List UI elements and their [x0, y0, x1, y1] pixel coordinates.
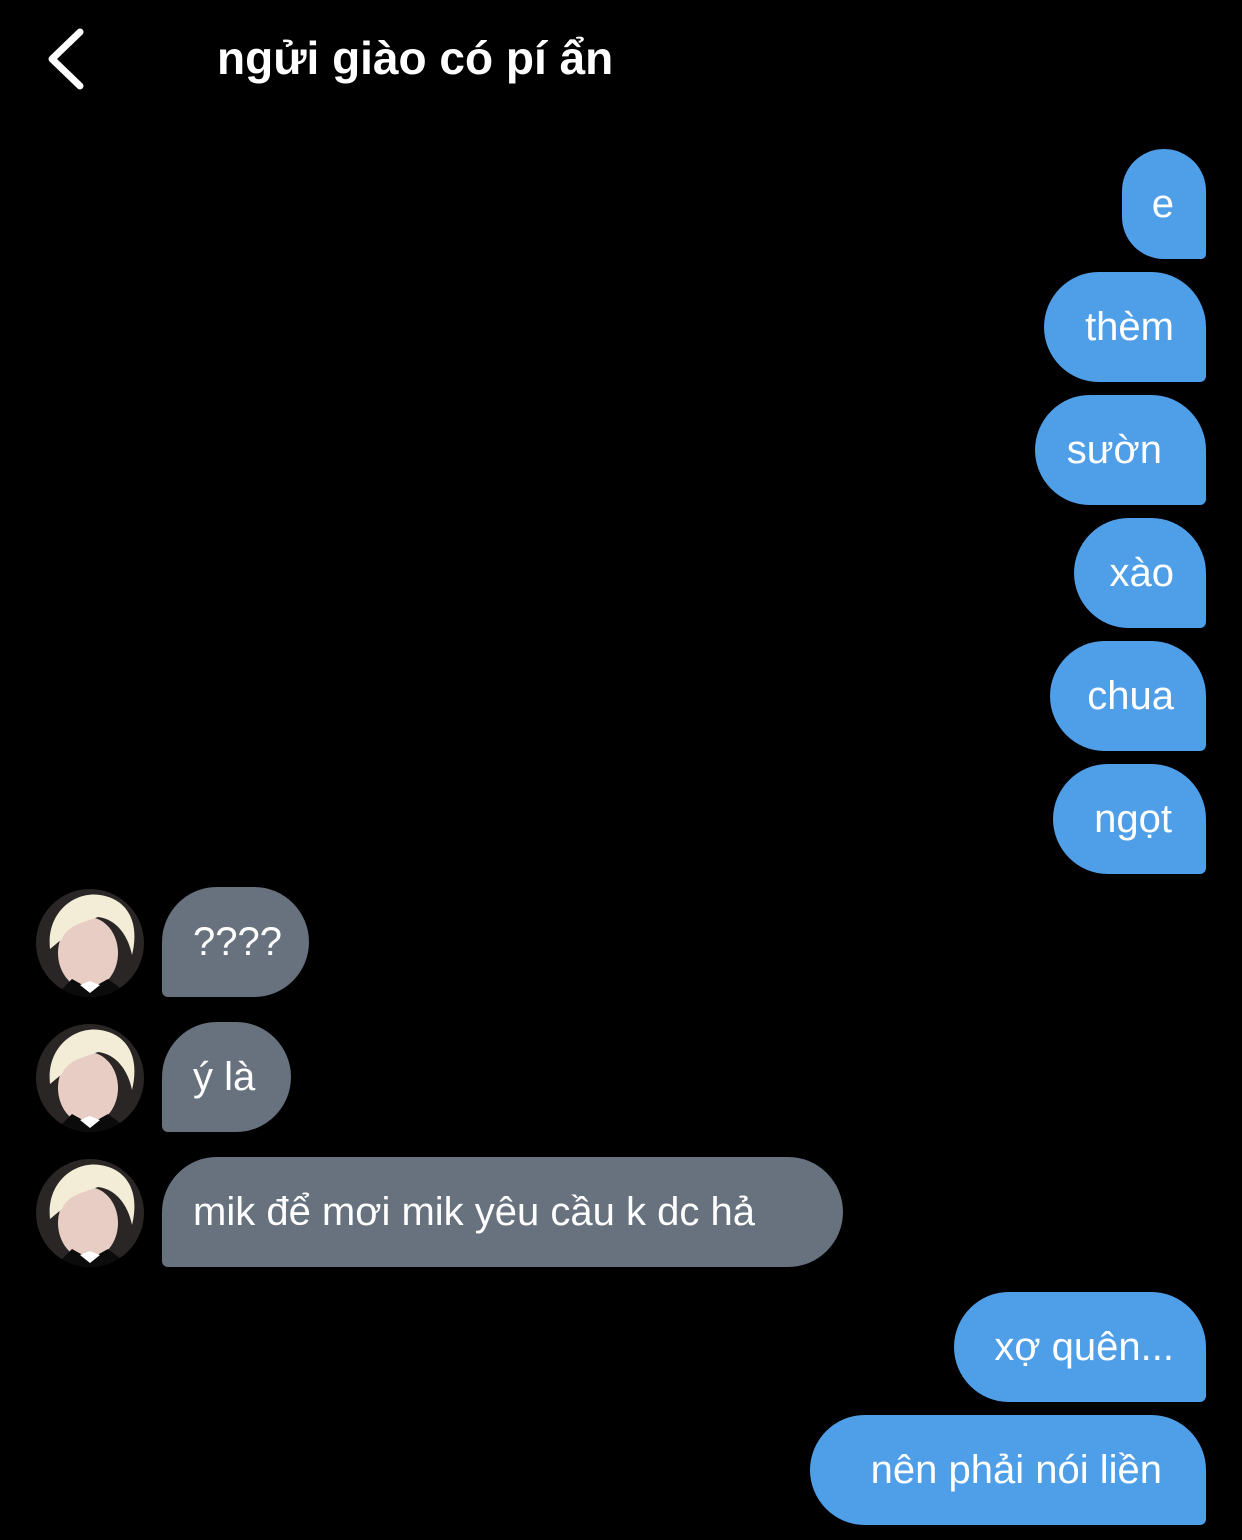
contact-avatar[interactable] — [36, 889, 144, 997]
contact-avatar[interactable] — [36, 1024, 144, 1132]
outgoing-message[interactable]: xợ quên... — [954, 1292, 1206, 1402]
outgoing-message[interactable]: sườn — [1035, 395, 1206, 505]
contact-avatar[interactable] — [36, 1159, 144, 1267]
outgoing-message[interactable]: e — [1122, 149, 1206, 259]
outgoing-message[interactable]: chua — [1050, 641, 1206, 751]
conversation-title: ngửi giào có pí ẩn — [217, 32, 614, 84]
chevron-left-icon — [48, 28, 84, 90]
outgoing-message[interactable]: ngọt — [1053, 764, 1206, 874]
back-button[interactable] — [40, 22, 100, 94]
incoming-message[interactable]: ý là — [162, 1022, 291, 1132]
chat-header: ngửi giào có pí ẩn — [0, 0, 1242, 120]
outgoing-message[interactable]: xào — [1074, 518, 1206, 628]
outgoing-message[interactable]: thèm — [1044, 272, 1206, 382]
outgoing-message[interactable]: nên phải nói liền — [810, 1415, 1206, 1525]
incoming-message[interactable]: mik để mơi mik yêu cầu k dc hả — [162, 1157, 843, 1267]
incoming-message[interactable]: ???? — [162, 887, 309, 997]
